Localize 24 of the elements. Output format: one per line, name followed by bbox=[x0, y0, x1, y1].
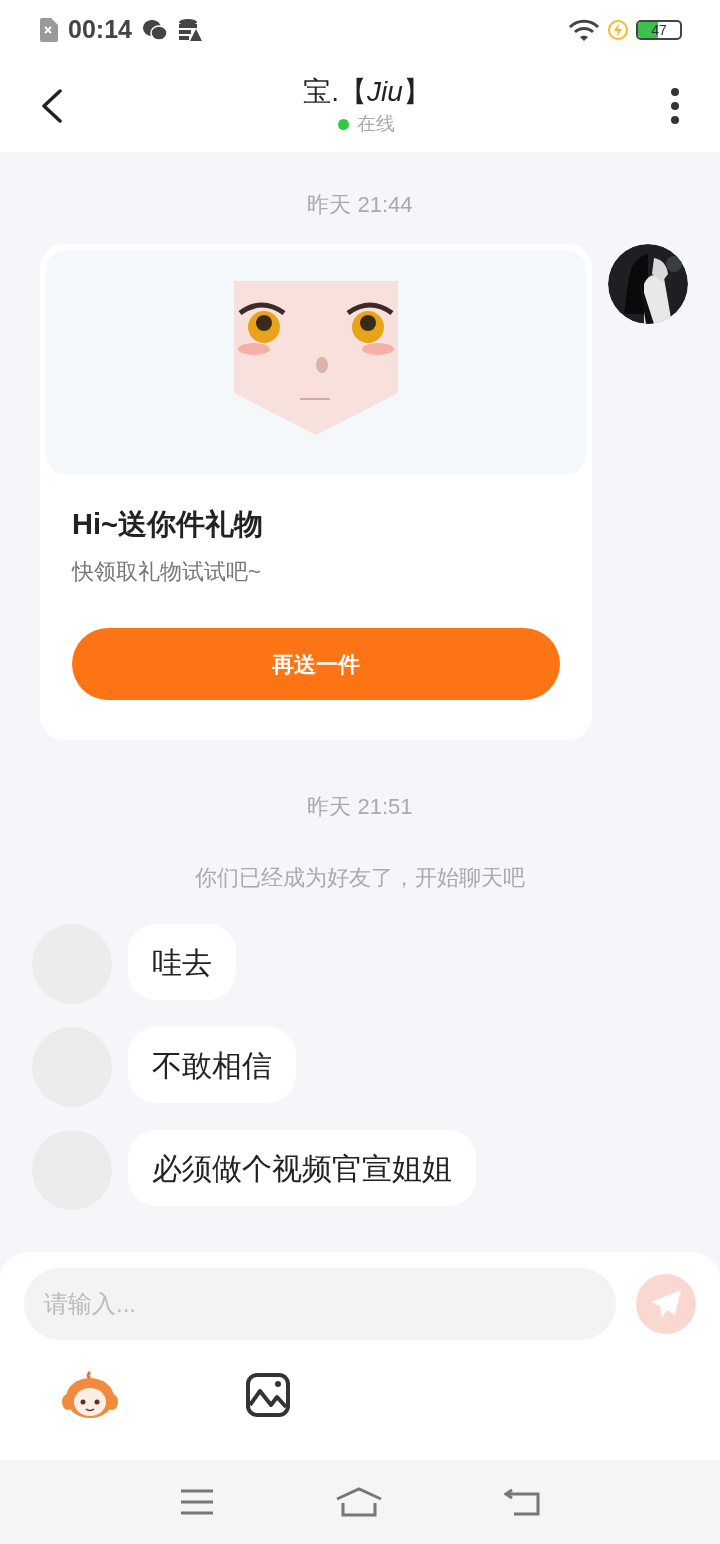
online-status: 在线 bbox=[357, 111, 396, 136]
sim-off-icon bbox=[38, 18, 58, 42]
timestamp: 昨天 21:44 bbox=[307, 191, 413, 219]
database-warning-icon bbox=[177, 18, 202, 42]
message-input[interactable]: 请输入... bbox=[24, 1268, 616, 1340]
menu-icon[interactable] bbox=[180, 1489, 215, 1515]
message-bubble: 哇去 bbox=[128, 924, 236, 1000]
gift-subtitle: 快领取礼物试试吧~ bbox=[72, 558, 262, 586]
paper-plane-icon bbox=[650, 1289, 682, 1319]
message-bubble: 必须做个视频官宣姐姐 bbox=[128, 1130, 476, 1206]
clock-time: 00:14 bbox=[68, 14, 132, 46]
chat-title: 宝.【Jiu】 bbox=[303, 74, 431, 109]
home-icon[interactable] bbox=[335, 1487, 383, 1517]
sticker-icon[interactable] bbox=[62, 1370, 118, 1420]
timestamp: 昨天 21:51 bbox=[307, 793, 413, 821]
wifi-icon bbox=[568, 19, 600, 41]
image-icon[interactable] bbox=[246, 1373, 290, 1417]
gift-title: Hi~送你件礼物 bbox=[72, 507, 264, 542]
more-icon[interactable] bbox=[670, 88, 680, 124]
message-bubble: 不敢相信 bbox=[128, 1027, 296, 1103]
back-icon[interactable] bbox=[40, 89, 64, 123]
chat-bubbles-icon bbox=[141, 18, 168, 42]
system-notice: 你们已经成为好友了，开始聊天吧 bbox=[195, 864, 525, 892]
send-again-button[interactable]: 再送一件 bbox=[72, 628, 560, 700]
